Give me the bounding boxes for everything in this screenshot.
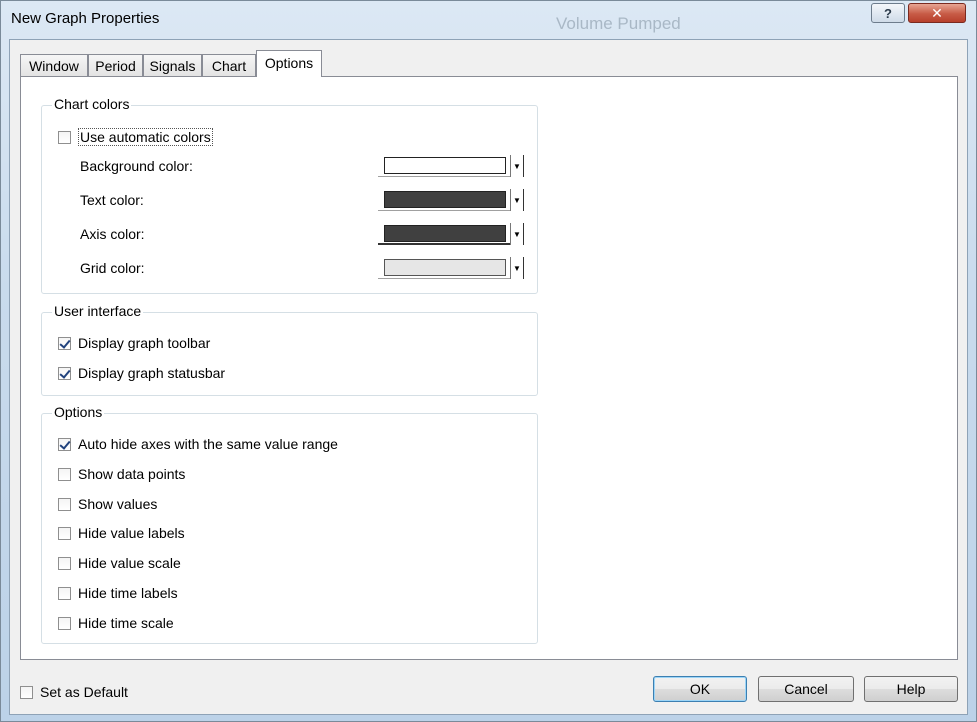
checkbox-box: [58, 497, 71, 511]
chevron-down-icon[interactable]: ▼: [510, 155, 524, 177]
display-graph-toolbar-label: Display graph toolbar: [78, 335, 211, 351]
hide-value-labels-checkbox[interactable]: Hide value labels: [58, 525, 185, 541]
auto-hide-axes-checkbox[interactable]: Auto hide axes with the same value range: [58, 436, 338, 452]
tab-chart[interactable]: Chart: [202, 54, 256, 76]
hide-value-scale-label: Hide value scale: [78, 555, 181, 571]
set-as-default-checkbox[interactable]: Set as Default: [20, 684, 128, 700]
help-button[interactable]: Help: [864, 676, 958, 702]
axis-color-picker[interactable]: ▼: [378, 223, 524, 245]
options-tab-panel: Chart colors Use automatic colors Backgr…: [20, 76, 958, 660]
color-swatch: [384, 191, 506, 208]
grid-color-picker[interactable]: ▼: [378, 257, 524, 279]
color-swatch: [384, 259, 506, 276]
user-interface-group: User interface Display graph toolbar Dis…: [41, 303, 538, 396]
ok-button[interactable]: OK: [653, 676, 747, 702]
color-swatch: [384, 157, 506, 174]
background-color-picker[interactable]: ▼: [378, 155, 524, 177]
checkbox-box: [58, 366, 71, 380]
color-swatch: [384, 225, 506, 242]
hide-time-labels-label: Hide time labels: [78, 585, 178, 601]
show-data-points-checkbox[interactable]: Show data points: [58, 466, 185, 482]
axis-color-label: Axis color:: [80, 226, 145, 242]
window-title: New Graph Properties: [11, 10, 160, 27]
checkbox-box: [58, 467, 71, 481]
close-button[interactable]: ✕: [908, 3, 966, 23]
display-graph-statusbar-checkbox[interactable]: Display graph statusbar: [58, 365, 225, 381]
options-group-label: Options: [52, 404, 105, 420]
close-icon: ✕: [931, 4, 943, 21]
hide-time-labels-checkbox[interactable]: Hide time labels: [58, 585, 178, 601]
chart-colors-group-label: Chart colors: [52, 96, 132, 112]
display-graph-statusbar-label: Display graph statusbar: [78, 365, 226, 381]
checkbox-box: [58, 556, 71, 570]
chevron-down-icon[interactable]: ▼: [510, 223, 524, 245]
dialog-client-area: Window Period Signals Chart Options Char…: [9, 39, 968, 715]
show-data-points-label: Show data points: [78, 466, 186, 482]
cancel-button[interactable]: Cancel: [758, 676, 854, 702]
checkbox-box: [58, 130, 71, 144]
auto-hide-axes-label: Auto hide axes with the same value range: [78, 436, 338, 452]
help-title-button[interactable]: ?: [871, 3, 905, 23]
dialog-window: New Graph Properties Volume Pumped ? ✕ W…: [0, 0, 977, 722]
text-color-label: Text color:: [80, 192, 144, 208]
checkbox-box: [58, 437, 71, 451]
use-automatic-colors-label: Use automatic colors: [78, 128, 213, 146]
chevron-down-icon[interactable]: ▼: [510, 257, 524, 279]
hide-time-scale-label: Hide time scale: [78, 615, 174, 631]
show-values-checkbox[interactable]: Show values: [58, 496, 157, 512]
options-group: Options Auto hide axes with the same val…: [41, 404, 538, 644]
user-interface-group-label: User interface: [52, 303, 144, 319]
tab-period[interactable]: Period: [88, 54, 143, 76]
chart-colors-group: Chart colors Use automatic colors Backgr…: [41, 96, 538, 294]
checkbox-box: [58, 526, 71, 540]
background-color-label: Background color:: [80, 158, 193, 174]
tab-signals[interactable]: Signals: [143, 54, 202, 76]
background-window-title: Volume Pumped: [556, 14, 681, 33]
chevron-down-icon[interactable]: ▼: [510, 189, 524, 211]
tab-options[interactable]: Options: [256, 50, 322, 77]
use-automatic-colors-checkbox[interactable]: Use automatic colors: [58, 128, 213, 146]
grid-color-label: Grid color:: [80, 260, 145, 276]
checkbox-box: [58, 336, 71, 350]
tab-window[interactable]: Window: [20, 54, 88, 76]
show-values-label: Show values: [78, 496, 158, 512]
checkbox-box: [58, 616, 71, 630]
hide-value-scale-checkbox[interactable]: Hide value scale: [58, 555, 181, 571]
display-graph-toolbar-checkbox[interactable]: Display graph toolbar: [58, 335, 210, 351]
checkbox-box: [20, 685, 33, 699]
set-as-default-label: Set as Default: [40, 684, 128, 700]
hide-value-labels-label: Hide value labels: [78, 525, 185, 541]
title-bar[interactable]: New Graph Properties Volume Pumped ? ✕: [1, 1, 976, 39]
checkbox-box: [58, 586, 71, 600]
hide-time-scale-checkbox[interactable]: Hide time scale: [58, 615, 174, 631]
question-icon: ?: [884, 5, 892, 21]
text-color-picker[interactable]: ▼: [378, 189, 524, 211]
